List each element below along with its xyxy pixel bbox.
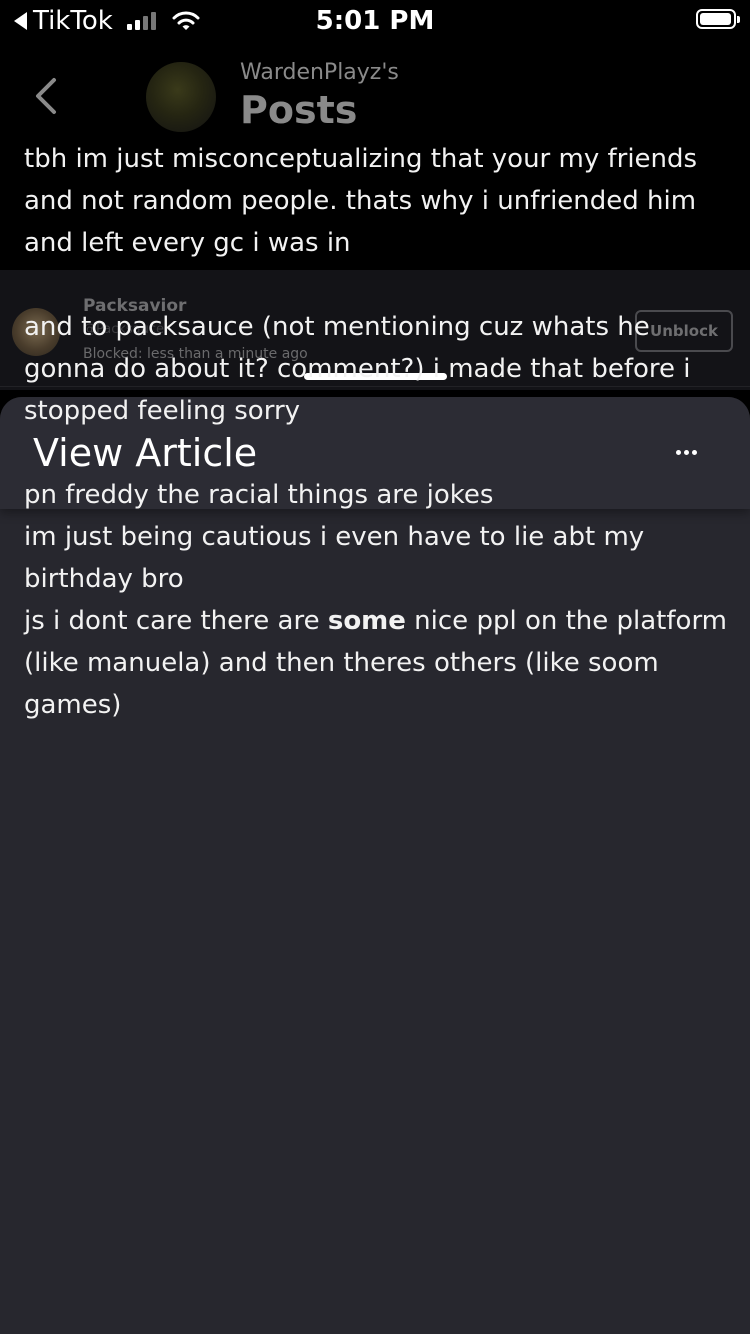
article-text: js i dont care there are — [24, 606, 328, 636]
article-body: tbh im just misconceptualizing that your… — [24, 138, 730, 726]
clock: 5:01 PM — [315, 6, 435, 36]
battery-icon — [696, 9, 740, 29]
article-paragraph: and to packsauce (not mentioning cuz wha… — [24, 312, 691, 426]
posts-owner: WardenPlayz's — [240, 60, 399, 85]
chevron-left-icon[interactable] — [30, 74, 70, 118]
article-line: js i dont care there are some nice ppl o… — [24, 600, 730, 726]
article-line: im just being cautious i even have to li… — [24, 522, 645, 594]
article-paragraph: tbh im just misconceptualizing that your… — [24, 144, 698, 258]
avatar — [146, 62, 216, 132]
article-bold-text: some — [327, 606, 406, 636]
status-bar: TikTok 5:01 PM — [0, 0, 750, 40]
page-title: Posts — [240, 88, 358, 132]
article-line: pn freddy the racial things are jokes — [24, 480, 494, 510]
